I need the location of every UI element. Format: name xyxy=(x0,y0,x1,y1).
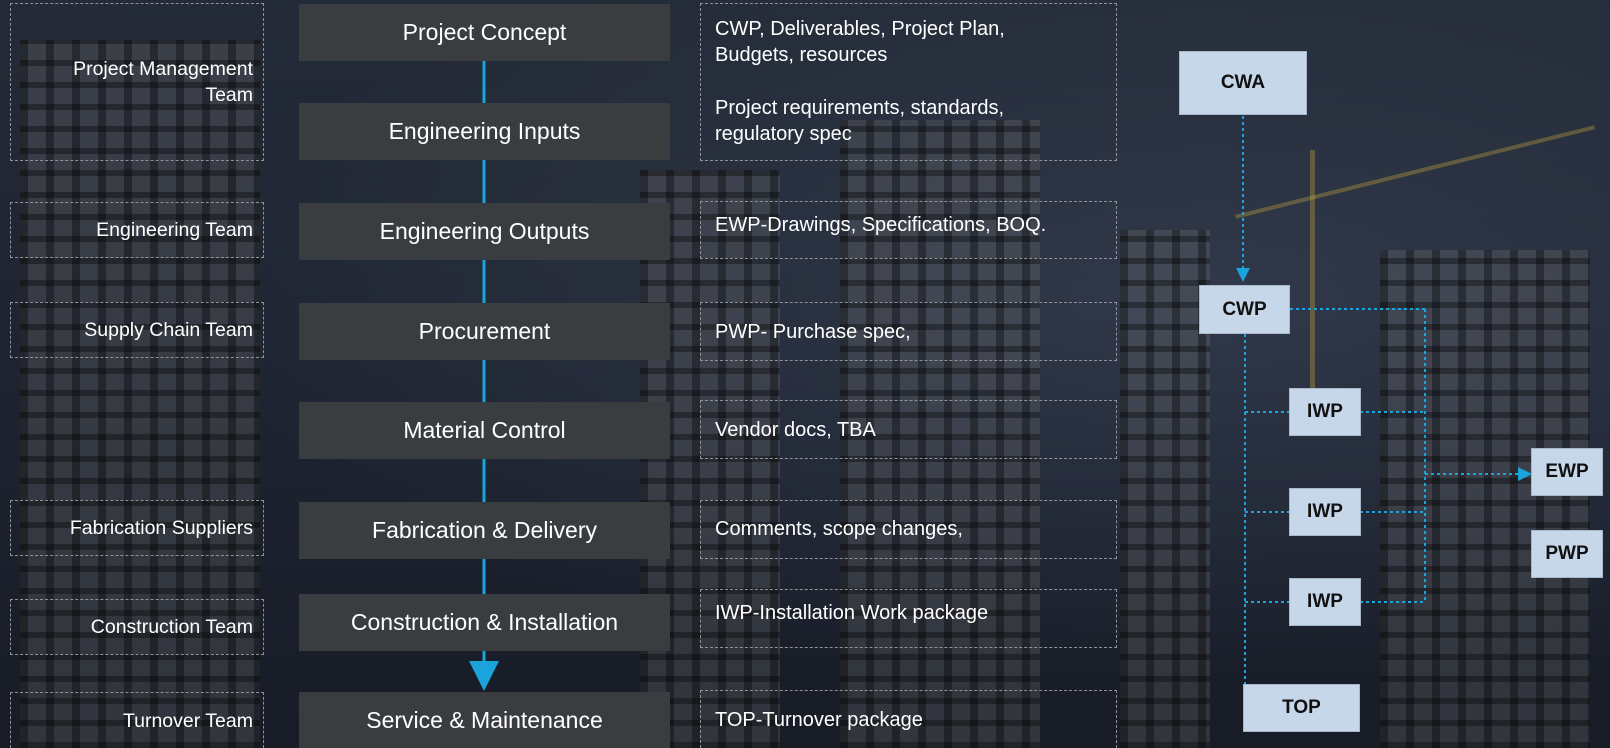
deliverable-text: Vendor docs, TBA xyxy=(715,419,876,441)
deliverable-box: IWP-Installation Work package xyxy=(700,589,1117,648)
cwa-box: CWA xyxy=(1179,51,1307,115)
top-box: TOP xyxy=(1243,684,1360,732)
deliverable-text: PWP- Purchase spec, xyxy=(715,321,911,343)
package-label: CWA xyxy=(1220,72,1266,93)
deliverable-text: Project requirements, standards, xyxy=(715,97,1005,119)
deliverable-box: EWP-Drawings, Specifications, BOQ. xyxy=(700,201,1117,259)
stage-label: Construction & Installation xyxy=(350,609,619,635)
stage-box: Engineering Inputs xyxy=(299,103,670,160)
deliverable-box: CWP, Deliverables, Project Plan, Budgets… xyxy=(700,3,1117,161)
deliverable-box: Vendor docs, TBA xyxy=(700,400,1117,459)
stage-box: Material Control xyxy=(299,402,670,459)
ewp-box: EWP xyxy=(1531,448,1603,496)
stage-label: Material Control xyxy=(403,417,566,443)
stage-label: Engineering Inputs xyxy=(388,118,581,144)
arrowhead-icon xyxy=(1518,467,1532,481)
cwp-box: CWP xyxy=(1199,285,1290,334)
package-label: TOP xyxy=(1282,697,1321,718)
stage-box: Procurement xyxy=(299,303,670,360)
stage-box: Construction & Installation xyxy=(299,594,670,651)
deliverable-text: IWP-Installation Work package xyxy=(715,602,989,624)
pwp-box: PWP xyxy=(1531,530,1603,578)
stage-label: Engineering Outputs xyxy=(379,218,590,244)
deliverable-box: Comments, scope changes, xyxy=(700,500,1117,559)
iwp-box: IWP xyxy=(1289,388,1361,436)
arrowhead-icon xyxy=(1236,268,1250,282)
iwp-box: IWP xyxy=(1289,578,1361,626)
iwp-box: IWP xyxy=(1289,488,1361,536)
package-label: EWP xyxy=(1545,461,1589,482)
stage-label: Fabrication & Delivery xyxy=(372,517,597,543)
stage-box: Service & Maintenance xyxy=(299,692,670,748)
package-label: IWP xyxy=(1307,401,1343,422)
deliverable-text: regulatory spec xyxy=(715,123,852,145)
package-label: PWP xyxy=(1545,543,1589,564)
deliverable-text: CWP, Deliverables, Project Plan, xyxy=(715,18,1005,40)
package-label: CWP xyxy=(1222,298,1267,320)
stage-label: Project Concept xyxy=(402,19,567,45)
stage-label: Service & Maintenance xyxy=(366,706,603,733)
package-label: IWP xyxy=(1307,591,1343,612)
deliverable-box: TOP-Turnover package xyxy=(700,690,1117,748)
package-label: IWP xyxy=(1307,501,1343,522)
stage-box: Project Concept xyxy=(299,4,670,61)
deliverable-text: Budgets, resources xyxy=(715,44,888,66)
stage-box: Fabrication & Delivery xyxy=(299,502,670,559)
stage-label: Procurement xyxy=(418,318,551,344)
stage-box: Engineering Outputs xyxy=(299,203,670,260)
deliverable-text: EWP-Drawings, Specifications, BOQ. xyxy=(715,214,1047,236)
deliverable-text: TOP-Turnover package xyxy=(715,709,923,731)
deliverable-text: Comments, scope changes, xyxy=(715,518,963,540)
deliverable-box: PWP- Purchase spec, xyxy=(700,302,1117,361)
